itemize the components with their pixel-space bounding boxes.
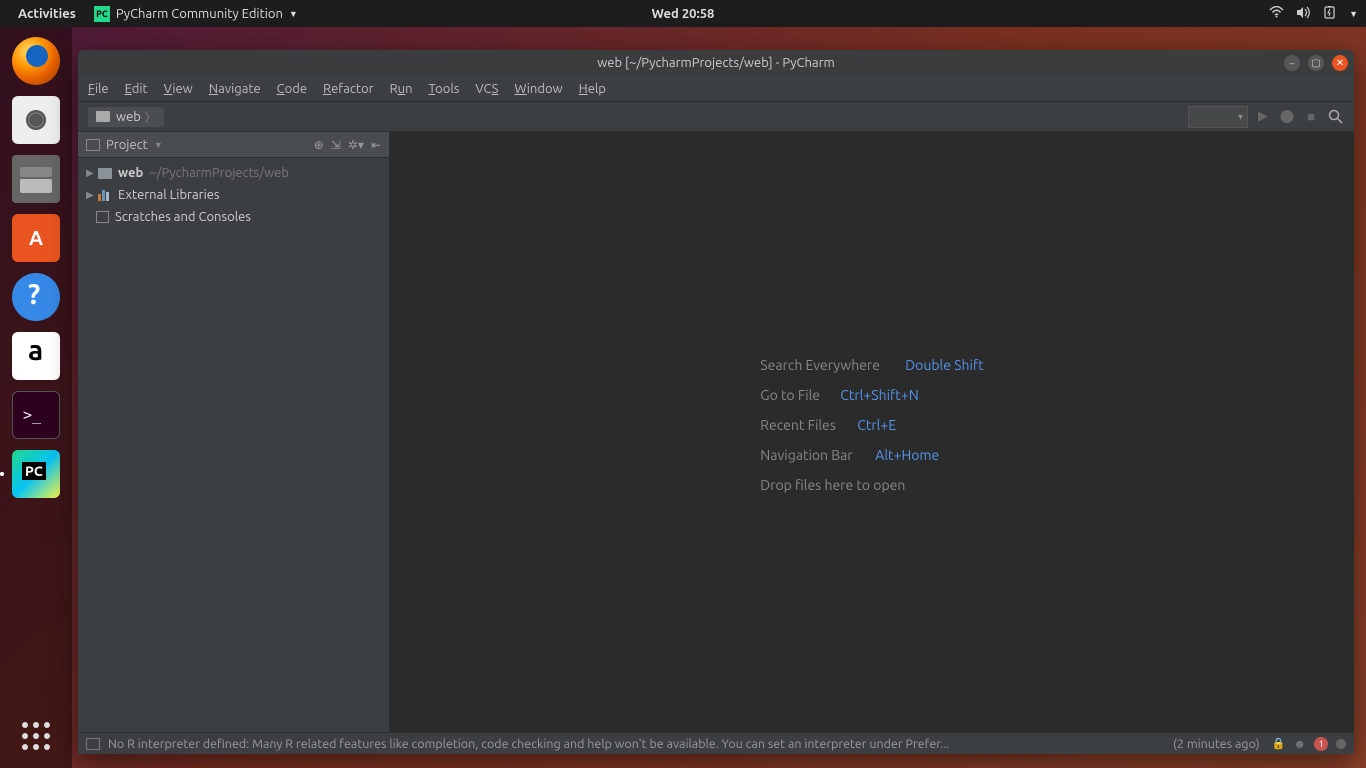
- project-tool-window: Project ▼ ⊕ ⇲ ✲▾ ⇤ ▶ web ~/PycharmProjec…: [78, 132, 390, 732]
- tree-root-name: web: [118, 166, 143, 180]
- menu-refactor[interactable]: Refactor: [323, 82, 374, 96]
- tree-root-path: ~/PycharmProjects/web: [149, 166, 289, 180]
- terminal-launcher[interactable]: [12, 391, 60, 439]
- hint-drop: Drop files here to open: [760, 477, 905, 493]
- hint-goto-label: Go to File: [760, 387, 840, 403]
- gnome-top-bar: Activities PC PyCharm Community Edition …: [0, 0, 1366, 27]
- chevron-down-icon[interactable]: ▼: [1349, 9, 1358, 19]
- tree-scratches-label: Scratches and Consoles: [115, 210, 251, 224]
- chevron-right-icon: 〉: [145, 109, 156, 125]
- editor-hints: Search Everywhere Double Shift Go to Fil…: [760, 357, 983, 507]
- chevron-down-icon: ▼: [289, 9, 298, 19]
- inspector-icon[interactable]: ☻: [1293, 737, 1306, 751]
- title-bar[interactable]: web [~/PycharmProjects/web] - PyCharm – …: [78, 50, 1354, 76]
- firefox-launcher[interactable]: [12, 37, 60, 85]
- folder-icon: [96, 111, 110, 122]
- pycharm-window: web [~/PycharmProjects/web] - PyCharm – …: [78, 50, 1354, 754]
- files-launcher[interactable]: [12, 155, 60, 203]
- system-tray[interactable]: ▼: [1269, 6, 1358, 22]
- minimize-button[interactable]: –: [1284, 55, 1300, 71]
- battery-icon[interactable]: [1323, 6, 1337, 22]
- tree-external-label: External Libraries: [118, 188, 220, 202]
- menu-edit[interactable]: Edit: [125, 82, 148, 96]
- hint-nav-label: Navigation Bar: [760, 447, 875, 463]
- menu-window[interactable]: Window: [514, 82, 562, 96]
- menu-run[interactable]: Run: [390, 82, 413, 96]
- hint-recent-label: Recent Files: [760, 417, 857, 433]
- menu-code[interactable]: Code: [277, 82, 307, 96]
- ubuntu-dock: [0, 27, 72, 768]
- stop-button[interactable]: ■: [1302, 108, 1320, 126]
- lock-icon[interactable]: 🔒: [1272, 737, 1286, 750]
- status-message[interactable]: No R interpreter defined: Many R related…: [108, 737, 1167, 751]
- expand-icon[interactable]: ⇲: [331, 138, 341, 152]
- hide-icon[interactable]: ⇤: [371, 138, 381, 152]
- breadcrumb-root: web: [116, 110, 141, 124]
- hint-search-key: Double Shift: [905, 357, 983, 373]
- library-icon: [98, 189, 112, 201]
- hint-goto-key: Ctrl+Shift+N: [840, 387, 918, 403]
- folder-icon: [98, 168, 112, 179]
- debug-button[interactable]: ⬤: [1278, 108, 1296, 126]
- project-tool-title: Project: [106, 138, 148, 152]
- close-button[interactable]: ✕: [1332, 55, 1348, 71]
- hint-recent-key: Ctrl+E: [857, 417, 896, 433]
- pycharm-icon: PC: [94, 6, 110, 22]
- search-icon[interactable]: [1326, 108, 1344, 126]
- clock[interactable]: Wed 20:58: [652, 7, 715, 21]
- project-icon: [86, 139, 100, 151]
- show-applications-button[interactable]: [22, 722, 50, 750]
- tree-root-node[interactable]: ▶ web ~/PycharmProjects/web: [78, 162, 389, 184]
- tool-windows-icon[interactable]: [86, 738, 100, 750]
- expand-arrow-icon[interactable]: ▶: [86, 189, 96, 201]
- project-tree: ▶ web ~/PycharmProjects/web ▶ External L…: [78, 158, 389, 232]
- run-button[interactable]: ▶: [1254, 108, 1272, 126]
- tree-external-libraries[interactable]: ▶ External Libraries: [78, 184, 389, 206]
- help-launcher[interactable]: [12, 273, 60, 321]
- software-launcher[interactable]: [12, 214, 60, 262]
- project-tool-header[interactable]: Project ▼ ⊕ ⇲ ✲▾ ⇤: [78, 132, 389, 158]
- hint-search-label: Search Everywhere: [760, 357, 905, 373]
- scratch-icon: [96, 211, 109, 223]
- menu-tools[interactable]: Tools: [429, 82, 460, 96]
- process-indicator-icon[interactable]: [1336, 739, 1346, 749]
- pycharm-launcher[interactable]: [12, 450, 60, 498]
- status-bar: No R interpreter defined: Many R related…: [78, 732, 1354, 754]
- chevron-down-icon: ▼: [154, 140, 163, 150]
- menu-file[interactable]: File: [88, 82, 109, 96]
- rhythmbox-launcher[interactable]: [12, 96, 60, 144]
- notification-badge[interactable]: 1: [1314, 737, 1328, 751]
- editor-empty-state[interactable]: Search Everywhere Double Shift Go to Fil…: [390, 132, 1354, 732]
- hint-nav-key: Alt+Home: [875, 447, 939, 463]
- activities-button[interactable]: Activities: [8, 7, 86, 21]
- run-configuration-combo[interactable]: [1188, 106, 1248, 128]
- app-menu-label: PyCharm Community Edition: [116, 7, 283, 21]
- menu-vcs[interactable]: VCS: [475, 82, 498, 96]
- gear-icon[interactable]: ✲▾: [348, 138, 364, 152]
- menu-view[interactable]: View: [164, 82, 193, 96]
- navigation-bar: web 〉 ▶ ⬤ ■: [78, 102, 1354, 132]
- locate-icon[interactable]: ⊕: [314, 138, 324, 152]
- menu-navigate[interactable]: Navigate: [209, 82, 261, 96]
- amazon-launcher[interactable]: [12, 332, 60, 380]
- breadcrumb[interactable]: web 〉: [88, 107, 164, 127]
- app-menu[interactable]: PC PyCharm Community Edition ▼: [86, 6, 306, 22]
- menu-bar: File Edit View Navigate Code Refactor Ru…: [78, 76, 1354, 102]
- wifi-icon[interactable]: [1269, 6, 1284, 21]
- status-time: (2 minutes ago): [1173, 737, 1260, 751]
- tree-scratches[interactable]: Scratches and Consoles: [78, 206, 389, 228]
- expand-arrow-icon[interactable]: ▶: [86, 167, 96, 179]
- window-title: web [~/PycharmProjects/web] - PyCharm: [597, 56, 835, 70]
- menu-help[interactable]: Help: [579, 82, 606, 96]
- volume-icon[interactable]: [1296, 6, 1311, 22]
- maximize-button[interactable]: ▢: [1308, 55, 1324, 71]
